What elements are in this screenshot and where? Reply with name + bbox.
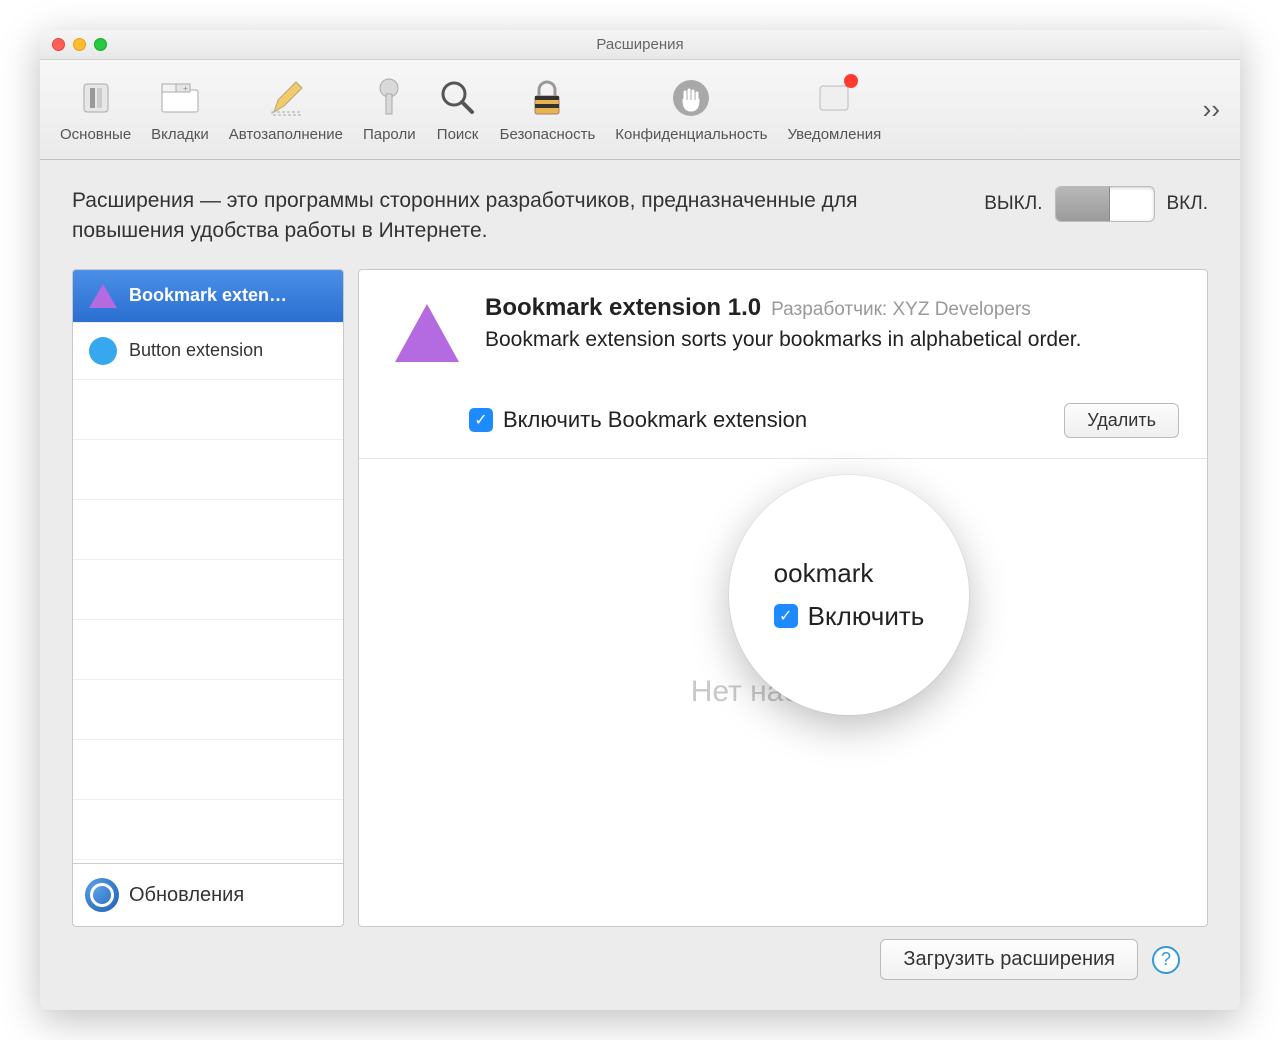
intro-text: Расширения — это программы сторонних раз… — [72, 186, 964, 247]
enable-label: Включить Bookmark extension — [503, 407, 807, 433]
hand-icon — [669, 76, 713, 120]
updates-label: Обновления — [129, 884, 244, 907]
checkbox-icon[interactable]: ✓ — [469, 408, 493, 432]
extensions-sidebar: Bookmark exten… Button extension — [72, 269, 344, 927]
badge-icon — [844, 74, 858, 88]
svg-text:+: + — [183, 84, 188, 93]
toggle-on-label: Вкл. — [1167, 193, 1209, 215]
window-controls — [52, 38, 107, 51]
list-row — [73, 500, 343, 560]
enable-checkbox-row[interactable]: ✓ Включить Bookmark extension — [469, 407, 807, 433]
tab-general[interactable]: Основные — [54, 72, 137, 147]
sidebar-item-button-extension[interactable]: Button extension — [73, 323, 343, 380]
delete-button[interactable]: Удалить — [1064, 403, 1179, 438]
checkbox-icon: ✓ — [774, 604, 798, 628]
extensions-list: Bookmark exten… Button extension — [73, 270, 343, 863]
callout-enable-label: Включить — [808, 601, 925, 632]
tab-label: Пароли — [363, 126, 416, 143]
lock-icon — [525, 76, 569, 120]
tab-label: Автозаполнение — [229, 126, 343, 143]
tab-tabs[interactable]: + Вкладки — [145, 72, 215, 147]
tab-privacy[interactable]: Конфиденциальность — [609, 72, 773, 147]
global-toggle: Выкл. Вкл. — [984, 186, 1208, 222]
toggle-off-label: Выкл. — [984, 193, 1042, 215]
tab-notifications[interactable]: Уведомления — [781, 72, 887, 147]
preferences-window: Расширения Основные + Вкладки Автозаполн… — [40, 30, 1240, 1010]
list-row — [73, 440, 343, 500]
window-title: Расширения — [596, 36, 683, 53]
sidebar-item-bookmark-extension[interactable]: Bookmark exten… — [73, 270, 343, 323]
extension-description: Bookmark extension sorts your bookmarks … — [485, 328, 1179, 352]
zoom-icon[interactable] — [94, 38, 107, 51]
list-row — [73, 380, 343, 440]
extension-developer: Разработчик: XYZ Developers — [771, 299, 1031, 321]
callout-partial-text: ookmark — [774, 558, 874, 589]
tab-label: Уведомления — [787, 126, 881, 143]
list-row — [73, 680, 343, 740]
tabs-icon: + — [158, 76, 202, 120]
list-row — [73, 560, 343, 620]
help-button[interactable]: ? — [1152, 946, 1180, 974]
sidebar-updates[interactable]: Обновления — [73, 863, 343, 926]
close-icon[interactable] — [52, 38, 65, 51]
tab-label: Основные — [60, 126, 131, 143]
tab-label: Вкладки — [151, 126, 209, 143]
minimize-icon[interactable] — [73, 38, 86, 51]
tab-passwords[interactable]: Пароли — [357, 72, 422, 147]
tab-label: Конфиденциальность — [615, 126, 767, 143]
extension-icon — [387, 294, 467, 379]
tab-autofill[interactable]: Автозаполнение — [223, 72, 349, 147]
notification-icon — [812, 76, 856, 120]
general-icon — [74, 76, 118, 120]
magnifier-callout: ookmark ✓ Включить — [729, 475, 969, 715]
footer: Загрузить расширения ? — [72, 927, 1208, 996]
updates-icon — [85, 878, 119, 912]
callout-enable-row: ✓ Включить — [774, 601, 925, 632]
extension-title: Bookmark extension 1.0 — [485, 294, 761, 322]
pencil-icon — [264, 76, 308, 120]
key-icon — [367, 76, 411, 120]
triangle-icon — [89, 284, 117, 308]
titlebar: Расширения — [40, 30, 1240, 60]
extension-detail: Bookmark extension 1.0 Разработчик: XYZ … — [358, 269, 1208, 927]
sidebar-item-label: Bookmark exten… — [129, 285, 287, 306]
toolbar-overflow[interactable]: ›› — [1197, 94, 1226, 125]
list-row — [73, 800, 343, 860]
content-area: Расширения — это программы сторонних раз… — [40, 160, 1240, 1010]
tab-security[interactable]: Безопасность — [494, 72, 602, 147]
circle-icon — [89, 337, 117, 365]
list-row — [73, 740, 343, 800]
tab-label: Поиск — [437, 126, 479, 143]
master-switch[interactable] — [1055, 186, 1155, 222]
tab-search[interactable]: Поиск — [430, 72, 486, 147]
tab-label: Безопасность — [500, 126, 596, 143]
search-icon — [436, 76, 480, 120]
load-extensions-button[interactable]: Загрузить расширения — [880, 939, 1138, 980]
list-row — [73, 620, 343, 680]
sidebar-item-label: Button extension — [129, 340, 263, 361]
prefs-toolbar: Основные + Вкладки Автозаполнение Пароли… — [40, 60, 1240, 160]
